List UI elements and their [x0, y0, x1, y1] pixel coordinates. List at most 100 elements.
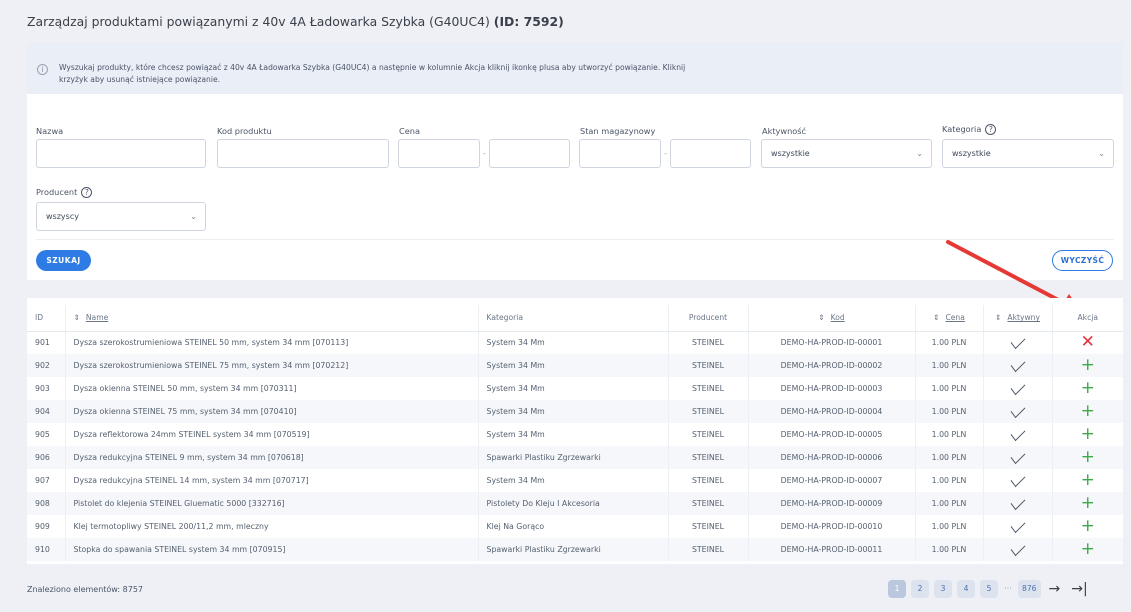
page-button[interactable]: 3: [934, 580, 952, 598]
sort-icon: ⇕: [995, 313, 1002, 323]
cell-action: +: [1052, 469, 1123, 492]
checkmark-icon: [1010, 424, 1025, 442]
stock-max-input[interactable]: [670, 139, 751, 168]
cell-code: DEMO-HA-PROD-ID-00003: [748, 377, 916, 400]
add-link-icon[interactable]: +: [1081, 424, 1095, 444]
price-max-input[interactable]: [489, 139, 570, 168]
cell-name: Dysza redukcyjna STEINEL 9 mm, system 34…: [65, 446, 479, 469]
active-select[interactable]: wszystkie ⌄: [761, 139, 932, 168]
page-button-last[interactable]: 876: [1018, 580, 1041, 598]
column-header-price[interactable]: ⇕ Cena: [915, 305, 984, 332]
producer-select-value: wszyscy: [46, 212, 79, 221]
cell-code: DEMO-HA-PROD-ID-00009: [748, 492, 916, 515]
table-row: 910 Stopka do spawania STEINEL system 34 …: [27, 538, 1123, 561]
cell-code: DEMO-HA-PROD-ID-00006: [748, 446, 916, 469]
cell-active: [983, 492, 1053, 515]
add-link-icon[interactable]: +: [1081, 539, 1095, 559]
column-header-code[interactable]: ⇕ Kod: [748, 305, 916, 332]
help-icon[interactable]: ?: [985, 124, 997, 135]
page-button[interactable]: 5: [980, 580, 998, 598]
cell-active: [983, 354, 1053, 377]
category-select[interactable]: wszystkie ⌄: [942, 139, 1114, 168]
cell-action: +: [1052, 538, 1123, 561]
cell-active: [983, 515, 1053, 538]
add-link-icon[interactable]: +: [1081, 447, 1095, 467]
cell-price: 1.00 PLN: [915, 331, 984, 354]
results-table: ID ⇕ Name Kategoria Producent ⇕ Kod ⇕ Cena …: [27, 305, 1123, 561]
add-link-icon[interactable]: +: [1081, 516, 1095, 536]
table-body: 901 Dysza szerokostrumieniowa STEINEL 50 …: [27, 331, 1123, 561]
name-input[interactable]: [36, 139, 206, 168]
cell-price: 1.00 PLN: [915, 377, 984, 400]
name-label: Nazwa: [36, 126, 64, 136]
cell-name: Dysza szerokostrumieniowa STEINEL 75 mm,…: [65, 354, 479, 377]
active-select-value: wszystkie: [771, 149, 810, 158]
cell-category: Spawarki Plastiku Zgrzewarki: [478, 538, 669, 561]
cell-producer: STEINEL: [668, 331, 749, 354]
cell-name: Dysza redukcyjna STEINEL 14 mm, system 3…: [65, 469, 479, 492]
add-link-icon[interactable]: +: [1081, 378, 1095, 398]
category-select-value: wszystkie: [952, 149, 991, 158]
price-range-separator: -: [483, 149, 486, 158]
checkmark-icon: [1010, 516, 1025, 534]
cell-producer: STEINEL: [668, 377, 749, 400]
table-row: 906 Dysza redukcyjna STEINEL 9 mm, system…: [27, 446, 1123, 469]
table-row: 907 Dysza redukcyjna STEINEL 14 mm, syste…: [27, 469, 1123, 492]
cell-action: +: [1052, 354, 1123, 377]
checkmark-icon: [1010, 401, 1025, 419]
cell-price: 1.00 PLN: [915, 423, 984, 446]
cell-action: +: [1052, 515, 1123, 538]
cell-action: +: [1052, 400, 1123, 423]
column-header-action: Akcja: [1052, 305, 1123, 332]
search-button[interactable]: SZUKAJ: [36, 250, 91, 271]
cell-active: [983, 469, 1053, 492]
cell-producer: STEINEL: [668, 400, 749, 423]
add-link-icon[interactable]: +: [1081, 470, 1095, 490]
cell-producer: STEINEL: [668, 446, 749, 469]
stock-label: Stan magazynowy: [580, 126, 656, 136]
cell-active: [983, 400, 1053, 423]
add-link-icon[interactable]: +: [1081, 493, 1095, 513]
help-icon[interactable]: ?: [81, 187, 93, 198]
table-row: 901 Dysza szerokostrumieniowa STEINEL 50 …: [27, 331, 1123, 354]
page-title: Zarządzaj produktami powiązanymi z 40v 4…: [27, 14, 564, 29]
remove-link-icon[interactable]: ✕: [1081, 332, 1095, 352]
cell-id: 909: [27, 515, 66, 538]
cell-name: Dysza szerokostrumieniowa STEINEL 50 mm,…: [65, 331, 479, 354]
stock-min-input[interactable]: [579, 139, 661, 168]
table-row: 908 Pistolet do klejenia STEINEL Gluemati…: [27, 492, 1123, 515]
page-button[interactable]: 4: [957, 580, 975, 598]
add-link-icon[interactable]: +: [1081, 401, 1095, 421]
cell-category: System 34 Mm: [478, 423, 669, 446]
next-page-icon[interactable]: →: [1046, 580, 1064, 598]
cell-code: DEMO-HA-PROD-ID-00010: [748, 515, 916, 538]
checkmark-icon: [1010, 333, 1025, 350]
page-button[interactable]: 2: [911, 580, 929, 598]
cell-code: DEMO-HA-PROD-ID-00007: [748, 469, 916, 492]
producer-label-text: Producent: [36, 187, 78, 197]
last-page-icon[interactable]: →|: [1068, 580, 1090, 598]
producer-select[interactable]: wszyscy ⌄: [36, 202, 206, 231]
checkmark-icon: [1010, 355, 1025, 373]
add-link-icon[interactable]: +: [1081, 355, 1095, 375]
page-button[interactable]: 1: [888, 580, 906, 598]
column-header-id: ID: [27, 305, 66, 332]
column-header-active[interactable]: ⇕ Aktywny: [983, 305, 1053, 332]
column-header-name[interactable]: ⇕ Name: [65, 305, 479, 332]
checkmark-icon: [1010, 493, 1025, 511]
results-count: Znaleziono elementów: 8757: [27, 585, 144, 594]
column-header-price-text: Cena: [945, 313, 965, 323]
cell-name: Stopka do spawania STEINEL system 34 mm …: [65, 538, 479, 561]
producer-label: Producent?: [36, 187, 93, 198]
cell-price: 1.00 PLN: [915, 538, 984, 561]
cell-name: Klej termotopliwy STEINEL 200/11,2 mm, m…: [65, 515, 479, 538]
price-min-input[interactable]: [398, 139, 480, 168]
sort-icon: ⇕: [818, 313, 825, 323]
cell-active: [983, 377, 1053, 400]
price-label: Cena: [399, 126, 420, 136]
active-label: Aktywność: [762, 126, 807, 136]
cell-name: Dysza okienna STEINEL 75 mm, system 34 m…: [65, 400, 479, 423]
code-input[interactable]: [217, 139, 389, 168]
info-text: Wyszukaj produkty, które chcesz powiązać…: [59, 63, 686, 84]
cell-action: +: [1052, 446, 1123, 469]
